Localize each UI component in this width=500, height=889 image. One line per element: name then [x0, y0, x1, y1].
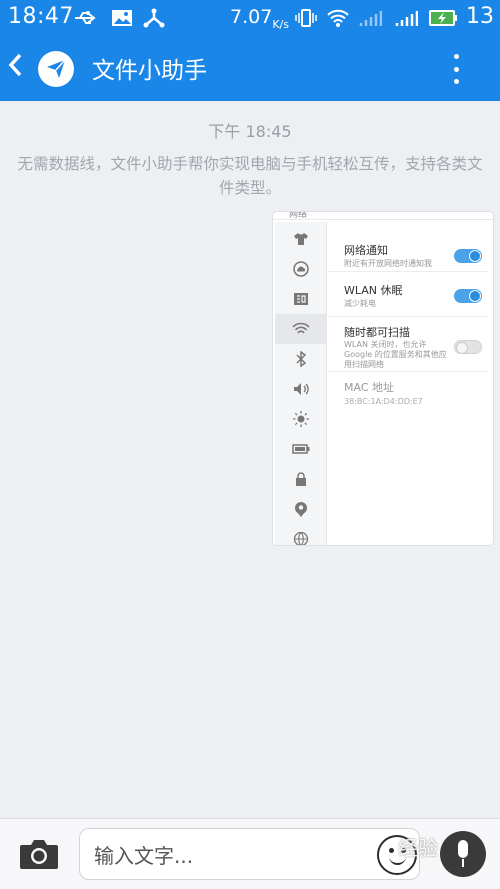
paper-plane-icon — [47, 59, 66, 78]
status-bar: 18:47 7.07K/s 13 — [0, 0, 500, 36]
message-input[interactable]: 输入文字... — [79, 828, 420, 880]
signal-empty-icon — [358, 7, 382, 29]
setting-mac-address: MAC 地址 38:BC:1A:D4:DD:E7 — [328, 372, 488, 422]
shot-header-title: 网络 — [289, 212, 308, 220]
setting-title: MAC 地址 — [344, 381, 394, 394]
toggle-switch — [454, 289, 482, 303]
setting-network-notification: 网络通知 附近有开放网络时通知我 — [328, 222, 488, 272]
camera-button[interactable] — [18, 837, 60, 871]
setting-subtitle: WLAN 关闭时，也允许 Google 的位置服务和其他应用扫描网络 — [344, 340, 447, 369]
globe-icon — [275, 524, 327, 545]
toggle-switch — [454, 249, 482, 263]
brightness-icon — [275, 404, 327, 434]
top-bar: 18:47 7.07K/s 13 文件小助手 — [0, 0, 500, 101]
image-message[interactable]: 网络 网络通知 附近有开放网络时通知我 WLAN 休眠 减少耗电 随时都可扫描 … — [273, 212, 493, 545]
camera-icon — [20, 840, 58, 869]
bluetooth-icon — [275, 344, 327, 374]
network-speed: 7.07K/s — [230, 6, 289, 31]
voice-button[interactable] — [440, 831, 486, 877]
toggle-switch — [454, 340, 482, 354]
location-icon — [275, 494, 327, 524]
more-options-button[interactable] — [446, 54, 466, 84]
shot-sidebar — [275, 222, 327, 545]
share-node-icon — [142, 7, 166, 29]
app-bar: 文件小助手 — [0, 36, 500, 101]
setting-always-scan: 随时都可扫描 WLAN 关闭时，也允许 Google 的位置服务和其他应用扫描网… — [328, 317, 488, 372]
wifi-status-icon — [326, 7, 350, 29]
image-icon — [110, 7, 134, 29]
shot-header: 网络 — [273, 212, 493, 220]
wifi-icon — [275, 314, 327, 344]
setting-subtitle: 减少耗电 — [344, 299, 376, 308]
battery-level: 13 — [466, 4, 494, 29]
watermark: 经验 — [398, 836, 438, 860]
signal-full-icon — [394, 7, 418, 29]
setting-title: 随时都可扫描 — [344, 326, 410, 339]
assistant-notice: 无需数据线，文件小助手帮你实现电脑与手机轻松互传，支持各类文件类型。 — [17, 155, 483, 197]
network-speed-value: 7.07 — [230, 6, 273, 28]
setting-subtitle: 38:BC:1A:D4:DD:E7 — [344, 397, 423, 406]
message-timestamp: 下午 18:45 — [208, 122, 292, 141]
network-speed-unit: K/s — [272, 17, 289, 31]
setting-wlan-sleep: WLAN 休眠 减少耗电 — [328, 272, 488, 317]
lock-icon — [275, 464, 327, 494]
status-time: 18:47 — [8, 4, 74, 29]
file-assistant-avatar[interactable] — [38, 51, 74, 87]
back-button[interactable] — [8, 52, 30, 84]
cloud-icon — [275, 254, 327, 284]
usb-icon — [74, 7, 98, 29]
battery-icon — [275, 434, 327, 464]
shot-settings-list: 网络通知 附近有开放网络时通知我 WLAN 休眠 减少耗电 随时都可扫描 WLA… — [328, 222, 491, 545]
volume-icon — [275, 374, 327, 404]
message-input-placeholder: 输入文字... — [94, 843, 194, 868]
vibrate-icon — [294, 7, 318, 29]
tshirt-icon — [275, 224, 327, 254]
setting-title: WLAN 休眠 — [344, 284, 403, 297]
page-title: 文件小助手 — [92, 58, 207, 84]
sim-icon — [275, 284, 327, 314]
setting-title: 网络通知 — [344, 244, 388, 257]
setting-subtitle: 附近有开放网络时通知我 — [344, 259, 432, 268]
battery-charging-icon — [428, 7, 458, 29]
